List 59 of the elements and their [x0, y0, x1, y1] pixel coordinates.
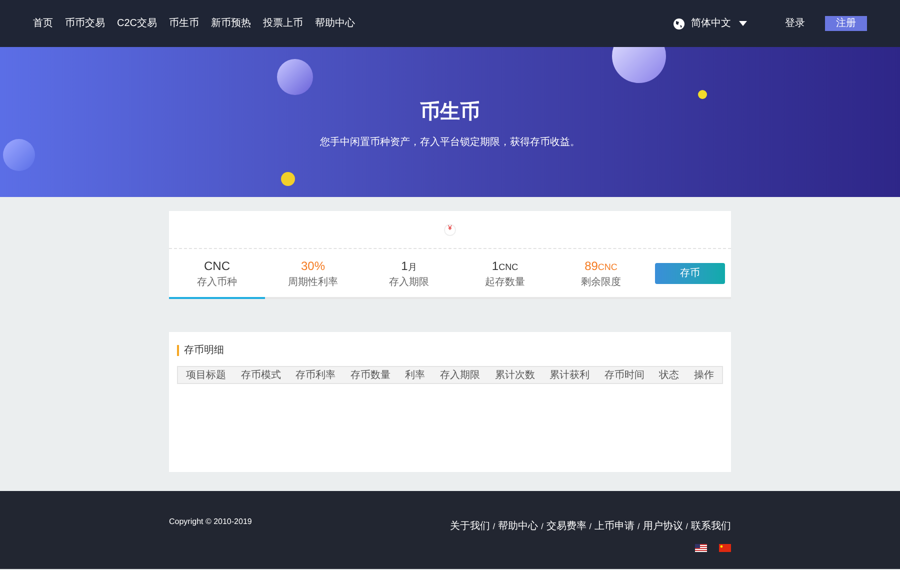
hero-subtitle: 您手中闲置币种资产，存入平台锁定期限，获得存币收益。	[320, 136, 580, 150]
column-header: 操作	[694, 368, 714, 382]
china-flag-icon[interactable]	[719, 544, 731, 552]
footer-link[interactable]: 上币申请	[594, 519, 635, 534]
us-flag-icon[interactable]	[695, 544, 707, 552]
stat-label: 存入币种	[197, 276, 237, 290]
stat-value: 30%	[300, 258, 326, 274]
column-header: 状态	[659, 368, 680, 382]
link-separator: /	[638, 520, 640, 532]
column-header: 项目标题	[186, 368, 226, 382]
footer-link[interactable]: 关于我们	[450, 519, 490, 534]
column-header: 存币数量	[350, 368, 390, 382]
nav-link[interactable]: 币生币	[169, 16, 200, 31]
stat-value: CNC	[204, 258, 230, 274]
stat-tab[interactable]: 30% 周期性利率	[265, 248, 361, 298]
column-header: 存币利率	[296, 368, 336, 382]
stat-value: 1月	[401, 258, 417, 274]
column-header: 存入期限	[440, 368, 480, 382]
stat-tab[interactable]: 89CNC 剩余限度	[553, 248, 649, 298]
footer-link[interactable]: 交易费率	[546, 519, 586, 534]
register-button[interactable]: 注册	[825, 16, 867, 31]
stat-label: 剩余限度	[581, 276, 621, 290]
stat-tab[interactable]: CNC 存入币种	[169, 249, 265, 299]
column-header: 存币时间	[604, 368, 644, 382]
stat-label: 起存数量	[485, 276, 525, 290]
stat-tab[interactable]: 1月 存入期限	[361, 248, 457, 298]
globe-icon	[673, 18, 685, 30]
section-title: 存币明细	[177, 345, 723, 356]
nav-link[interactable]: 新币预热	[211, 16, 252, 31]
footer-link[interactable]: 帮助中心	[498, 519, 538, 534]
stat-value: 89CNC	[584, 258, 618, 274]
hero-title: 币生币	[420, 100, 480, 125]
column-header: 利率	[405, 368, 426, 382]
sphere-drawing	[277, 59, 313, 95]
link-separator: /	[541, 520, 544, 532]
column-header: 累计获利	[550, 368, 590, 382]
login-link[interactable]: 登录	[785, 16, 805, 31]
nav-link[interactable]: C2C交易	[117, 16, 158, 31]
link-separator: /	[492, 520, 496, 532]
link-separator: /	[589, 520, 592, 532]
stat-label: 存入期限	[389, 276, 429, 290]
column-header: 累计次数	[494, 368, 535, 382]
footer-link[interactable]: 联系我们	[691, 519, 731, 534]
nav-link[interactable]: 帮助中心	[315, 16, 356, 31]
sphere-drawing	[3, 139, 35, 171]
stat-value: 1CNC	[492, 258, 518, 274]
stat-tab[interactable]: 1CNC 起存数量	[457, 248, 553, 298]
language-selector[interactable]: 简体中文	[691, 16, 731, 31]
column-header: 存币模式	[240, 368, 281, 382]
footer-link[interactable]: 用户协议	[642, 519, 683, 534]
nav-link[interactable]: 币币交易	[65, 16, 105, 31]
coin-drawing	[698, 90, 707, 99]
stat-label: 周期性利率	[288, 276, 338, 290]
caret-icon[interactable]	[739, 21, 747, 26]
copyright-text: Copyright © 2010-2019	[169, 516, 252, 528]
nav-link[interactable]: 投票上币	[263, 16, 304, 31]
link-separator: /	[686, 520, 688, 532]
nav-link[interactable]: 首页	[33, 16, 53, 31]
coin-drawing	[281, 172, 295, 186]
